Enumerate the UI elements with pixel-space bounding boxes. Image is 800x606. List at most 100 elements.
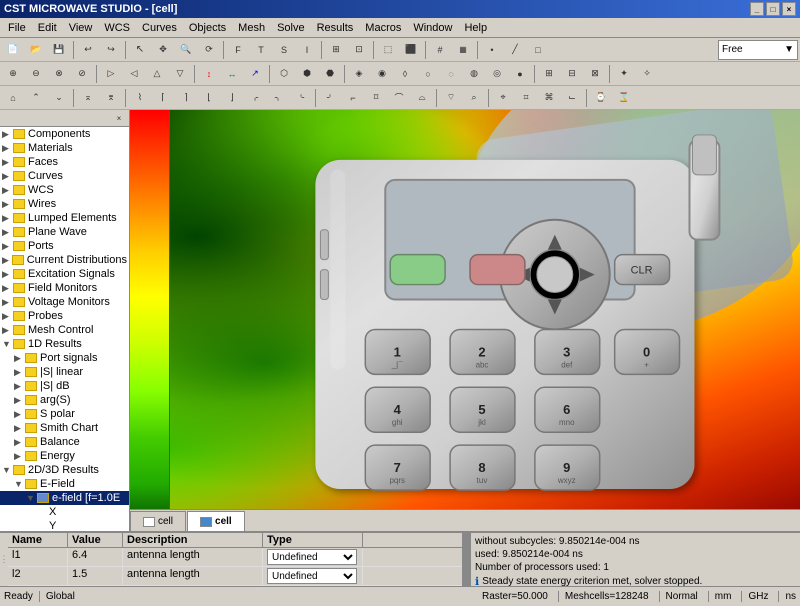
viewport[interactable]: CLR 1 _|¯ 2 abc 3 def 0 + 4 ghi 5 jkl [130, 110, 800, 531]
tree-arg-s[interactable]: ▶ arg(S) [0, 393, 129, 407]
tb3-btn21[interactable]: ⌖ [492, 88, 514, 108]
type-dropdown-1[interactable]: Undefined [267, 549, 357, 565]
tb3-btn7[interactable]: ⌈ [152, 88, 174, 108]
type-dropdown-2[interactable]: Undefined [267, 568, 357, 584]
tb2-btn10[interactable]: ↔ [221, 64, 243, 84]
mesh-view-button[interactable]: # [429, 40, 451, 60]
tb3-btn20[interactable]: ⌕ [463, 88, 485, 108]
menu-objects[interactable]: Objects [183, 20, 232, 36]
tree-ports[interactable]: ▶ Ports [0, 239, 129, 253]
minimize-button[interactable]: _ [750, 2, 764, 16]
tb2-btn20[interactable]: ◍ [463, 64, 485, 84]
menu-mesh[interactable]: Mesh [232, 20, 271, 36]
tb3-btn22[interactable]: ⌗ [515, 88, 537, 108]
solid-button[interactable]: ⬛ [400, 40, 422, 60]
tb3-btn16[interactable]: ⌑ [365, 88, 387, 108]
window-controls[interactable]: _ □ × [750, 2, 796, 16]
point-button[interactable]: • [481, 40, 503, 60]
iso-view-button[interactable]: I [296, 40, 318, 60]
tb2-btn17[interactable]: ◊ [394, 64, 416, 84]
tb2-btn24[interactable]: ⊟ [561, 64, 583, 84]
tree-s-polar[interactable]: ▶ S polar [0, 407, 129, 421]
tree-components[interactable]: ▶ Components [0, 127, 129, 141]
tb2-btn27[interactable]: ✧ [636, 64, 658, 84]
tb3-btn8[interactable]: ⌉ [175, 88, 197, 108]
tb2-btn6[interactable]: ◁ [123, 64, 145, 84]
table-row[interactable]: l1 6.4 antenna length Undefined [8, 548, 462, 567]
tree-y-component[interactable]: Y [0, 519, 129, 531]
tb3-btn24[interactable]: ⌙ [561, 88, 583, 108]
tb3-btn2[interactable]: ⌃ [25, 88, 47, 108]
tb2-btn15[interactable]: ◈ [348, 64, 370, 84]
tb2-btn18[interactable]: ○ [417, 64, 439, 84]
sidebar-close-icon[interactable]: × [112, 111, 126, 125]
tree-balance[interactable]: ▶ Balance [0, 435, 129, 449]
redo-button[interactable]: ↪ [100, 40, 122, 60]
tb2-btn11[interactable]: ↗ [244, 64, 266, 84]
tb2-btn25[interactable]: ⊠ [584, 64, 606, 84]
tree-lumped[interactable]: ▶ Lumped Elements [0, 211, 129, 225]
zoom-button[interactable]: 🔍 [175, 40, 197, 60]
tb2-btn14[interactable]: ⬣ [319, 64, 341, 84]
tb2-btn4[interactable]: ⊘ [71, 64, 93, 84]
tb2-btn26[interactable]: ✦ [613, 64, 635, 84]
tb3-btn14[interactable]: ⌏ [319, 88, 341, 108]
tb3-btn13[interactable]: ⌎ [290, 88, 312, 108]
tree-smith[interactable]: ▶ Smith Chart [0, 421, 129, 435]
maximize-button[interactable]: □ [766, 2, 780, 16]
menu-window[interactable]: Window [407, 20, 458, 36]
tb3-btn18[interactable]: ⌓ [411, 88, 433, 108]
tree-excitation[interactable]: ▶ Excitation Signals [0, 267, 129, 281]
tb3-btn6[interactable]: ⌇ [129, 88, 151, 108]
tree-wires[interactable]: ▶ Wires [0, 197, 129, 211]
save-button[interactable]: 💾 [48, 40, 70, 60]
tree-voltage[interactable]: ▶ Voltage Monitors [0, 295, 129, 309]
side-view-button[interactable]: S [273, 40, 295, 60]
tb2-btn8[interactable]: ▽ [169, 64, 191, 84]
open-button[interactable]: 📂 [25, 40, 47, 60]
tree-faces[interactable]: ▶ Faces [0, 155, 129, 169]
tb3-btn23[interactable]: ⌘ [538, 88, 560, 108]
wire-button[interactable]: ⬚ [377, 40, 399, 60]
tree-port-signals[interactable]: ▶ Port signals [0, 351, 129, 365]
pan-button[interactable]: ✥ [152, 40, 174, 60]
tree-s-db[interactable]: ▶ |S| dB [0, 379, 129, 393]
fit-all-button[interactable]: ⊞ [325, 40, 347, 60]
tree-plane[interactable]: ▶ Plane Wave [0, 225, 129, 239]
undo-button[interactable]: ↩ [77, 40, 99, 60]
mode-dropdown[interactable]: Free ▼ [718, 40, 798, 60]
viewport-tab-3d[interactable]: cell [187, 511, 245, 531]
tb2-btn3[interactable]: ⊗ [48, 64, 70, 84]
tree-energy[interactable]: ▶ Energy [0, 449, 129, 463]
tb2-btn23[interactable]: ⊞ [538, 64, 560, 84]
tree-wcs[interactable]: ▶ WCS [0, 183, 129, 197]
menu-results[interactable]: Results [311, 20, 360, 36]
tb2-btn12[interactable]: ⬡ [273, 64, 295, 84]
tree-curves[interactable]: ▶ Curves [0, 169, 129, 183]
tb2-btn22[interactable]: ● [509, 64, 531, 84]
menu-macros[interactable]: Macros [359, 20, 407, 36]
tree-probes[interactable]: ▶ Probes [0, 309, 129, 323]
menu-help[interactable]: Help [458, 20, 493, 36]
menu-solve[interactable]: Solve [271, 20, 311, 36]
tb3-btn5[interactable]: ⌆ [100, 88, 122, 108]
tree-s-linear[interactable]: ▶ |S| linear [0, 365, 129, 379]
tree-2d3d-results[interactable]: ▼ 2D/3D Results [0, 463, 129, 477]
table-row[interactable]: l2 1.5 antenna length Undefined [8, 567, 462, 586]
close-button[interactable]: × [782, 2, 796, 16]
tb3-btn1[interactable]: ⌂ [2, 88, 24, 108]
tree-e-field-instance[interactable]: ▼ e-field [f=1.0E [0, 491, 129, 505]
tree-current[interactable]: ▶ Current Distributions [0, 253, 129, 267]
menu-wcs[interactable]: WCS [98, 20, 136, 36]
tb3-btn19[interactable]: ⌔ [440, 88, 462, 108]
tb2-btn16[interactable]: ◉ [371, 64, 393, 84]
tree-x-component[interactable]: X [0, 505, 129, 519]
resize-handle[interactable]: ⋮ [0, 533, 8, 586]
tree-1d-results[interactable]: ▼ 1D Results [0, 337, 129, 351]
tb3-btn4[interactable]: ⌅ [77, 88, 99, 108]
top-view-button[interactable]: T [250, 40, 272, 60]
tb3-btn10[interactable]: ⌋ [221, 88, 243, 108]
tb2-btn1[interactable]: ⊕ [2, 64, 24, 84]
menu-view[interactable]: View [63, 20, 99, 36]
menu-curves[interactable]: Curves [136, 20, 183, 36]
